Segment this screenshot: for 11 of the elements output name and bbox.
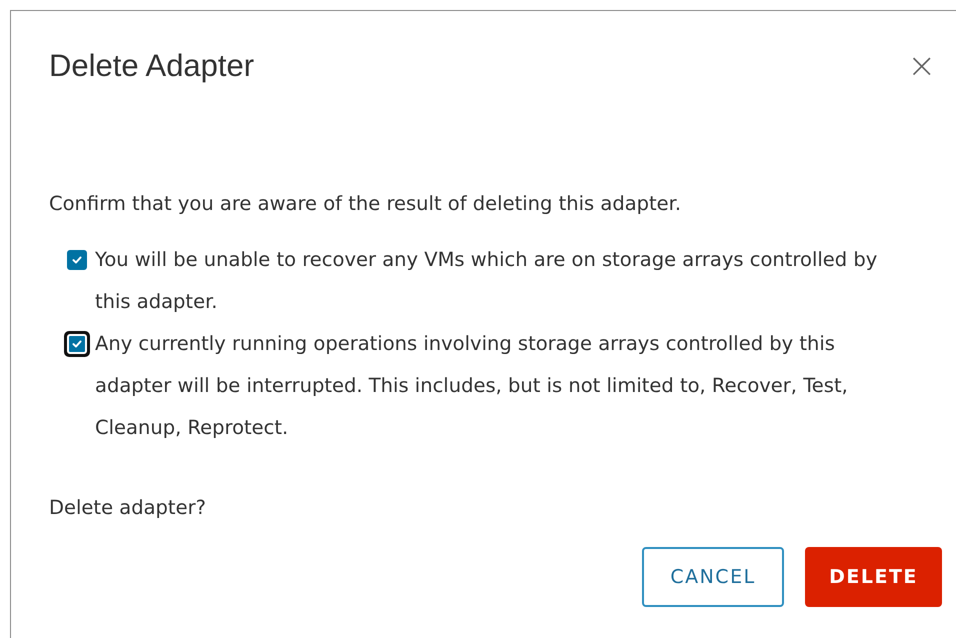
close-button[interactable]: × [908,49,936,83]
cancel-button[interactable]: CANCEL [642,547,784,607]
checkmark-icon [71,254,83,266]
delete-button[interactable]: DELETE [805,547,942,607]
checkmark-icon [71,338,83,350]
checkbox-label: You will be unable to recover any VMs which are on storage arrays controlled by this adapter. [95,247,878,315]
checkbox[interactable] [67,250,87,270]
question-text: Delete adapter? [49,495,207,521]
intro-text: Confirm that you are aware of the result of deleting this adapter. [49,191,682,217]
checkbox-label: Any currently running operations involving storage arrays controlled by this adapter will be interrupted. This includes, but is not limited to, Recover, Test, Cleanup, Reprotect. [95,331,849,441]
dialog-title: Delete Adapter [49,48,254,84]
